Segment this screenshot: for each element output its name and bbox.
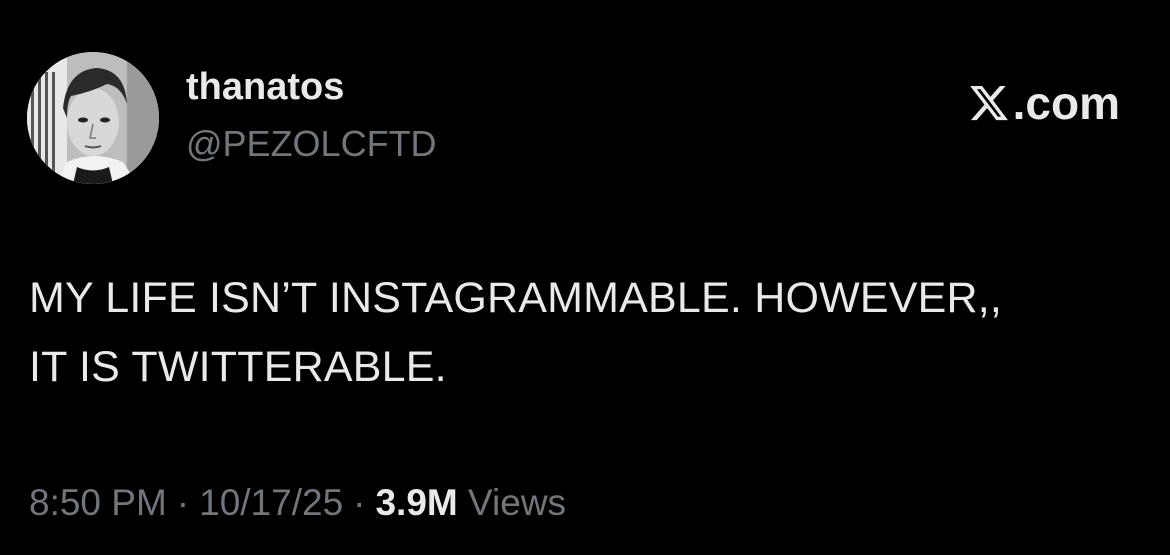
x-logo-icon (969, 85, 1008, 121)
avatar[interactable] (27, 52, 159, 184)
tweet-text: MY LIFE ISN’T INSTAGRAMMABLE. HOWEVER,, … (29, 264, 1139, 402)
meta-separator: · (353, 482, 366, 523)
author-handle[interactable]: @PEZOLCFTD (186, 126, 437, 162)
author-display-name[interactable]: thanatos (186, 68, 344, 106)
meta-separator: · (176, 482, 190, 523)
brand-domain-text: .com (1012, 77, 1120, 129)
tweet-text-line: IT IS TWITTERABLE. (29, 343, 447, 391)
tweet-date[interactable]: 10/17/25 (199, 482, 343, 523)
tweet-text-line: MY LIFE ISN’T INSTAGRAMMABLE. HOWEVER,, (29, 274, 1003, 322)
tweet-time[interactable]: 8:50 PM (29, 482, 167, 523)
profile-photo-icon (27, 52, 159, 184)
brand-label: .com (967, 80, 1120, 126)
tweet-card: thanatos @PEZOLCFTD .com MY LIFE ISN’T I… (0, 0, 1170, 555)
views-count[interactable]: 3.9M (375, 482, 457, 523)
views-label: Views (468, 482, 567, 523)
tweet-meta: 8:50 PM · 10/17/25 · 3.9M Views (29, 484, 566, 521)
